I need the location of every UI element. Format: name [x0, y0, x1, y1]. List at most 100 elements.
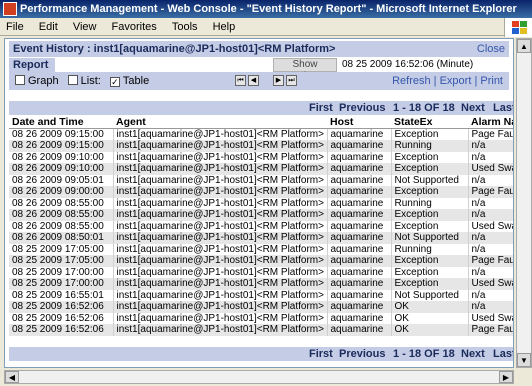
cell-date: 08 25 2009 17:00:00 [9, 278, 114, 290]
cell-date: 08 26 2009 09:00:00 [9, 186, 114, 198]
cell-agent: inst1[aquamarine@JP1-host01]<RM Platform… [113, 255, 328, 267]
cell-alarm: Used Swap M [468, 163, 513, 175]
table-row[interactable]: 08 25 2009 17:05:00 inst1[aquamarine@JP1-… [9, 243, 513, 255]
refresh-link[interactable]: Refresh [392, 75, 431, 87]
table-row[interactable]: 08 26 2009 09:00:00 inst1[aquamarine@JP1-… [9, 186, 513, 198]
menu-tools[interactable]: Tools [166, 18, 204, 36]
table-row[interactable]: 08 25 2009 16:52:06 inst1[aquamarine@JP1-… [9, 312, 513, 324]
table-row[interactable]: 08 26 2009 08:50:01 inst1[aquamarine@JP1-… [9, 232, 513, 244]
table-row[interactable]: 08 26 2009 08:55:00 inst1[aquamarine@JP1-… [9, 209, 513, 221]
cell-stateex: OK [391, 324, 469, 336]
cell-alarm: Used Swap M [468, 220, 513, 232]
report-title: Event History : inst1[aquamarine@JP1-hos… [13, 43, 336, 55]
cell-host: aquamarine [327, 232, 392, 244]
column-header-stateex[interactable]: StateEx [391, 116, 468, 129]
close-link[interactable]: Close [477, 41, 505, 57]
cell-date: 08 26 2009 09:10:00 [9, 151, 114, 163]
cell-date: 08 25 2009 16:55:01 [9, 289, 114, 301]
previous-page-icon[interactable]: ◀ [248, 75, 259, 86]
cell-agent: inst1[aquamarine@JP1-host01]<RM Platform… [113, 312, 328, 324]
ie-icon [3, 2, 17, 16]
pager-first[interactable]: First [309, 347, 333, 361]
table-row[interactable]: 08 26 2009 08:55:00 inst1[aquamarine@JP1-… [9, 197, 513, 209]
pager-next[interactable]: Next [461, 101, 485, 115]
cell-agent: inst1[aquamarine@JP1-host01]<RM Platform… [113, 243, 328, 255]
cell-agent: inst1[aquamarine@JP1-host01]<RM Platform… [113, 209, 328, 221]
graph-label: Graph [28, 75, 59, 87]
table-row[interactable]: 08 25 2009 17:00:00 inst1[aquamarine@JP1-… [9, 278, 513, 290]
cell-date: 08 26 2009 09:15:00 [9, 140, 114, 152]
cell-alarm: n/a [468, 243, 513, 255]
table-row[interactable]: 08 26 2009 08:55:00 inst1[aquamarine@JP1-… [9, 220, 513, 232]
column-header-host[interactable]: Host [327, 116, 391, 129]
pager-next[interactable]: Next [461, 347, 485, 361]
table-checkbox[interactable]: ✓ [109, 77, 120, 87]
last-page-icon[interactable]: ⏭ [286, 75, 297, 86]
horizontal-scrollbar[interactable]: ◀ ▶ [4, 370, 514, 384]
cell-alarm: n/a [468, 197, 513, 209]
cell-date: 08 25 2009 16:52:06 [9, 324, 114, 336]
menu-view[interactable]: View [67, 18, 103, 36]
cell-stateex: Exception [391, 151, 469, 163]
print-link[interactable]: Print [480, 75, 503, 87]
first-page-icon[interactable]: ⏮ [235, 75, 246, 86]
menu-edit[interactable]: Edit [33, 18, 64, 36]
cell-date: 08 26 2009 08:55:00 [9, 220, 114, 232]
table-label: Table [122, 75, 150, 87]
column-header-alarm[interactable]: Alarm Name [468, 116, 513, 129]
list-checkbox[interactable] [67, 75, 78, 85]
report-tab[interactable]: Report [9, 58, 55, 72]
scroll-up-icon[interactable]: ▲ [517, 39, 531, 53]
cell-host: aquamarine [327, 186, 392, 198]
table-row[interactable]: 08 26 2009 09:10:00 inst1[aquamarine@JP1-… [9, 151, 513, 163]
graph-checkbox[interactable] [15, 75, 25, 85]
menu-favorites[interactable]: Favorites [106, 18, 163, 36]
table-row[interactable]: 08 25 2009 16:55:01 inst1[aquamarine@JP1-… [9, 289, 513, 301]
table-row[interactable]: 08 25 2009 16:52:06 inst1[aquamarine@JP1-… [9, 301, 513, 313]
table-row[interactable]: 08 25 2009 16:52:06 inst1[aquamarine@JP1-… [9, 324, 513, 336]
cell-alarm: Used Swap M [468, 312, 513, 324]
table-row[interactable]: 08 26 2009 09:05:01 inst1[aquamarine@JP1-… [9, 174, 513, 186]
pager-first[interactable]: First [309, 101, 333, 115]
scroll-right-icon[interactable]: ▶ [499, 371, 513, 383]
cell-alarm: Page Faults [468, 324, 513, 336]
menu-help[interactable]: Help [207, 18, 242, 36]
cell-host: aquamarine [327, 220, 392, 232]
windows-logo-icon [504, 18, 532, 37]
table-row[interactable]: 08 25 2009 17:00:00 inst1[aquamarine@JP1-… [9, 266, 513, 278]
pager-previous[interactable]: Previous [339, 347, 385, 361]
cell-alarm: n/a [468, 140, 513, 152]
cell-agent: inst1[aquamarine@JP1-host01]<RM Platform… [113, 266, 328, 278]
scroll-left-icon[interactable]: ◀ [5, 371, 19, 383]
cell-alarm: n/a [468, 151, 513, 163]
cell-agent: inst1[aquamarine@JP1-host01]<RM Platform… [113, 163, 328, 175]
menu-file[interactable]: File [0, 18, 30, 36]
scroll-down-icon[interactable]: ▼ [517, 353, 531, 367]
cell-host: aquamarine [327, 163, 392, 175]
table-row[interactable]: 08 26 2009 09:15:00 inst1[aquamarine@JP1-… [9, 128, 513, 140]
cell-date: 08 26 2009 09:10:00 [9, 163, 114, 175]
pager-last[interactable]: Last [493, 101, 513, 115]
cell-stateex: OK [391, 301, 469, 313]
pager-previous[interactable]: Previous [339, 101, 385, 115]
vertical-scrollbar[interactable]: ▲ ▼ [516, 38, 532, 368]
cell-stateex: Exception [391, 128, 469, 140]
cell-date: 08 25 2009 17:05:00 [9, 243, 114, 255]
cell-host: aquamarine [327, 174, 392, 186]
export-link[interactable]: Export [440, 75, 472, 87]
cell-host: aquamarine [327, 140, 392, 152]
show-options-button[interactable]: Show Options [273, 58, 337, 82]
table-row[interactable]: 08 25 2009 17:05:00 inst1[aquamarine@JP1-… [9, 255, 513, 267]
cell-alarm: Used Swap M [468, 278, 513, 290]
column-header-agent[interactable]: Agent [113, 116, 327, 129]
action-links: Refresh | Export | Print [392, 75, 503, 87]
cell-agent: inst1[aquamarine@JP1-host01]<RM Platform… [113, 301, 328, 313]
pager-last[interactable]: Last [493, 347, 513, 361]
next-page-icon[interactable]: ▶ [273, 75, 284, 86]
cell-alarm: Page Faults [468, 128, 513, 140]
menu-bar: File Edit View Favorites Tools Help [0, 18, 532, 36]
cell-date: 08 25 2009 16:52:06 [9, 301, 114, 313]
table-row[interactable]: 08 26 2009 09:10:00 inst1[aquamarine@JP1-… [9, 163, 513, 175]
column-header-date[interactable]: Date and Time [9, 116, 113, 129]
table-row[interactable]: 08 26 2009 09:15:00 inst1[aquamarine@JP1-… [9, 140, 513, 152]
